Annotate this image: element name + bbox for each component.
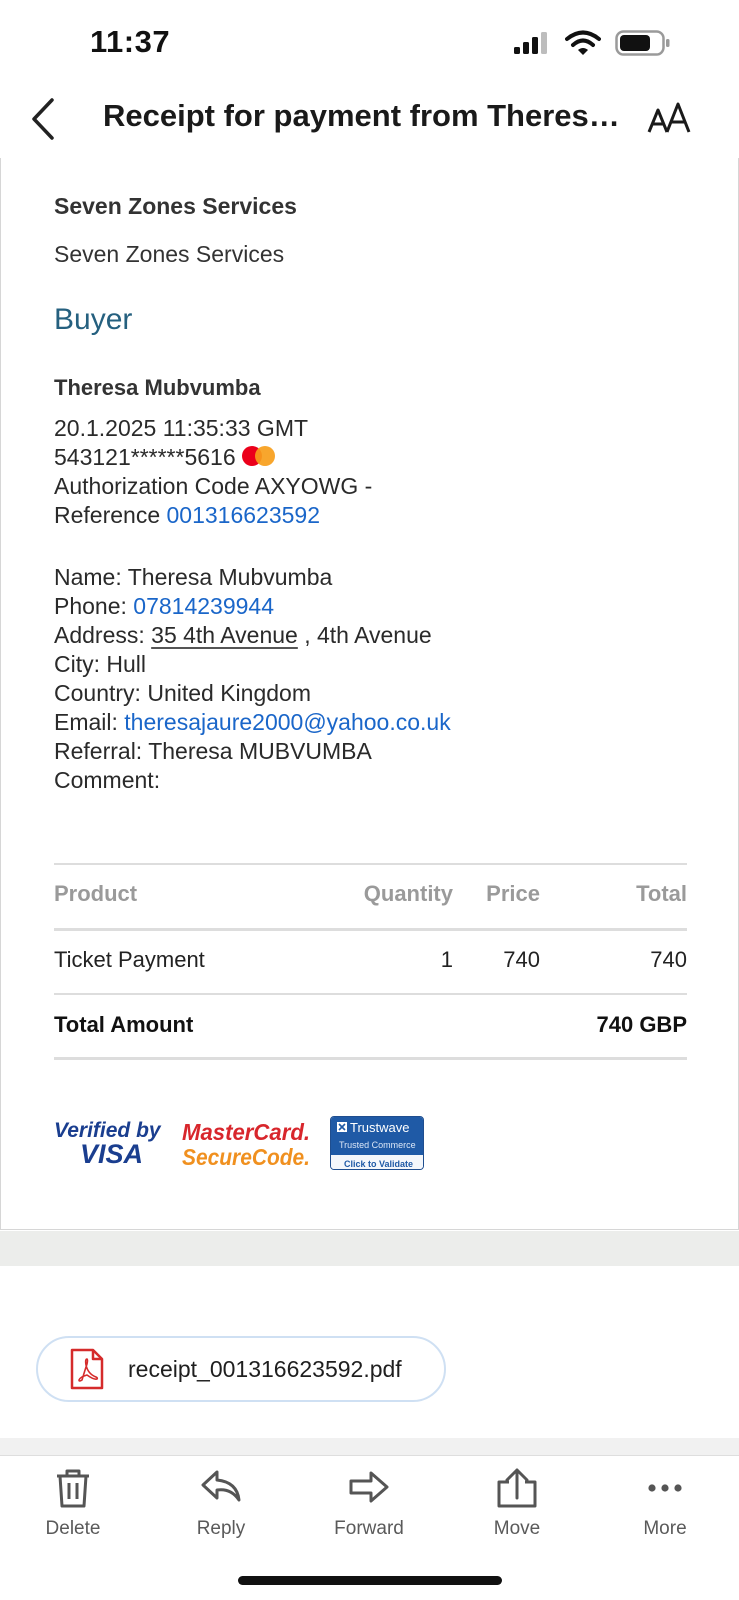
back-button[interactable]	[24, 94, 64, 144]
svg-text:Trustwave: Trustwave	[350, 1120, 409, 1135]
nav-bar: Receipt for payment from Theresa...	[0, 88, 739, 158]
move-to-folder-icon	[497, 1468, 537, 1508]
total-divider	[54, 1057, 687, 1060]
name-value: Theresa Mubvumba	[127, 564, 333, 590]
email-link[interactable]: theresajaure2000@yahoo.co.uk	[124, 709, 450, 735]
detail-name: Name: Theresa Mubvumba	[54, 563, 332, 592]
name-label: Name:	[54, 564, 122, 590]
pdf-file-icon	[70, 1348, 104, 1390]
address-street-link[interactable]: 35 4th Avenue	[151, 622, 298, 648]
row-product: Ticket Payment	[54, 947, 205, 972]
mastercard-securecode-logo: MasterCard. SecureCode.	[182, 1119, 310, 1170]
svg-text:VISA: VISA	[80, 1139, 143, 1168]
address-label: Address:	[54, 622, 145, 648]
forward-label: Forward	[334, 1518, 404, 1539]
move-button[interactable]: Move	[462, 1466, 572, 1540]
delete-button[interactable]: Delete	[18, 1466, 128, 1540]
mastercard-icon	[241, 445, 276, 466]
header-product: Product	[54, 881, 138, 906]
text-size-button[interactable]	[647, 100, 691, 140]
detail-phone: Phone: 07814239944	[54, 592, 274, 621]
cellular-signal-icon	[514, 32, 547, 54]
status-time: 11:37	[90, 24, 171, 59]
status-bar: 11:37	[0, 0, 739, 88]
row-total: 740	[650, 947, 687, 972]
reference-line: Reference 001316623592	[54, 501, 320, 530]
table-top-divider	[54, 863, 687, 865]
move-label: Move	[493, 1518, 541, 1539]
more-button[interactable]: More	[610, 1466, 720, 1540]
more-dots-icon	[648, 1484, 682, 1492]
buyer-name: Theresa Mubvumba	[54, 375, 261, 400]
svg-text:SecureCode.: SecureCode.	[182, 1144, 310, 1170]
referral-value: Theresa MUBVUMBA	[148, 738, 372, 764]
delete-label: Delete	[45, 1518, 101, 1539]
email-body: Seven Zones Services Seven Zones Service…	[0, 158, 739, 1230]
merchant-name-bold: Seven Zones Services	[54, 193, 297, 219]
trustwave-logo: Trustwave Trusted Commerce Click to Vali…	[331, 1117, 423, 1169]
toolbar-separator	[0, 1438, 739, 1456]
header-price: Price	[486, 881, 540, 906]
address-rest: , 4th Avenue	[304, 622, 432, 648]
trash-icon	[57, 1469, 89, 1508]
card-number-line: 543121******5616	[54, 443, 276, 472]
header-quantity: Quantity	[363, 881, 453, 906]
detail-comment: Comment:	[54, 766, 160, 795]
country-value: United Kingdom	[147, 680, 311, 706]
page-title: Receipt for payment from Theresa...	[103, 98, 623, 133]
row-quantity: 1	[440, 947, 453, 972]
comment-label: Comment:	[54, 767, 161, 793]
row-divider	[54, 993, 687, 995]
header-total: Total	[636, 881, 687, 906]
reference-label: Reference	[54, 502, 161, 528]
phone-label: Phone:	[54, 593, 127, 619]
reply-button[interactable]: Reply	[166, 1466, 276, 1540]
chevron-left-icon	[32, 98, 54, 140]
merchant-name: Seven Zones Services	[54, 241, 285, 267]
wifi-icon	[565, 30, 601, 55]
reply-icon	[201, 1470, 241, 1502]
total-amount-value: 740 GBP	[596, 1012, 688, 1037]
referral-label: Referral:	[54, 738, 143, 764]
total-amount-label: Total Amount	[54, 1012, 194, 1037]
header-divider	[54, 928, 687, 931]
reference-number-link[interactable]: 001316623592	[167, 502, 321, 528]
forward-button[interactable]: Forward	[314, 1466, 424, 1540]
home-indicator[interactable]	[238, 1576, 502, 1585]
authorization-code: Authorization Code AXYOWG -	[54, 473, 373, 499]
card-number: 543121******5616	[54, 444, 236, 470]
city-label: City:	[54, 651, 100, 677]
phone-link[interactable]: 07814239944	[133, 593, 274, 619]
buyer-heading: Buyer	[54, 303, 133, 336]
more-label: More	[643, 1518, 687, 1539]
detail-address: Address: 35 4th Avenue , 4th Avenue	[54, 621, 432, 650]
svg-text:MasterCard.: MasterCard.	[182, 1119, 310, 1145]
country-label: Country:	[54, 680, 141, 706]
forward-arrow-icon	[349, 1471, 389, 1503]
svg-text:Trusted Commerce: Trusted Commerce	[339, 1140, 416, 1150]
transaction-datetime: 20.1.2025 11:35:33 GMT	[54, 415, 309, 441]
detail-referral: Referral: Theresa MUBVUMBA	[54, 737, 372, 766]
pdf-attachment-chip[interactable]: receipt_001316623592.pdf	[36, 1336, 446, 1402]
detail-country: Country: United Kingdom	[54, 679, 311, 708]
trustwave-seal[interactable]: Trustwave Trusted Commerce Click to Vali…	[330, 1116, 424, 1170]
svg-text:Click to Validate: Click to Validate	[344, 1159, 413, 1169]
status-icons	[513, 30, 671, 56]
detail-email: Email: theresajaure2000@yahoo.co.uk	[54, 708, 451, 737]
detail-city: City: Hull	[54, 650, 146, 679]
text-size-icon	[647, 102, 691, 133]
section-divider	[0, 1231, 739, 1266]
battery-icon	[615, 30, 670, 56]
bottom-toolbar: Delete Reply Forward Move More	[0, 1456, 739, 1556]
row-price: 740	[503, 947, 540, 972]
verified-by-visa-logo: Verified by VISA	[54, 1119, 162, 1168]
email-label: Email:	[54, 709, 118, 735]
reply-label: Reply	[196, 1518, 246, 1539]
city-value: Hull	[106, 651, 147, 677]
attachment-filename: receipt_001316623592.pdf	[128, 1356, 402, 1382]
